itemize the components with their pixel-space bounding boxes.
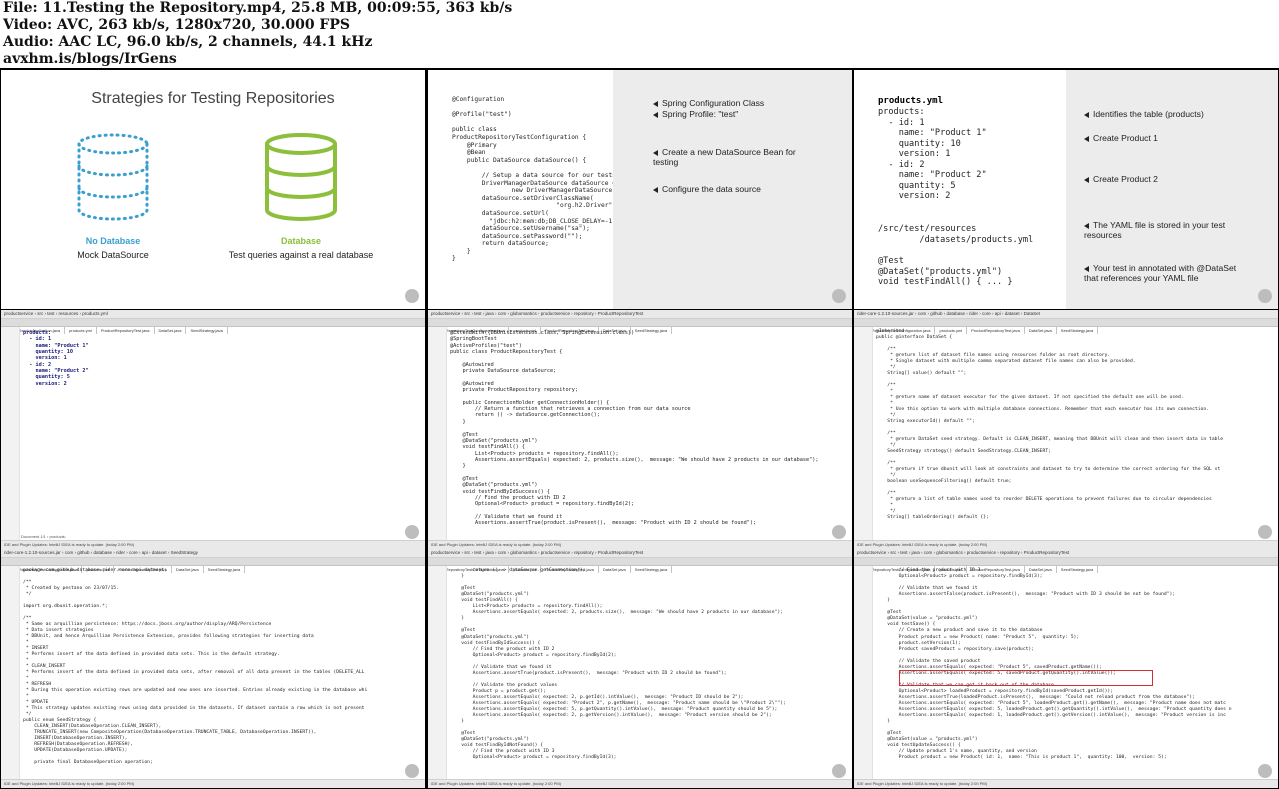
editor-code[interactable]: products: - id: 1 name: "Product 1" quan… xyxy=(23,330,89,387)
no-database-icon xyxy=(77,133,149,221)
navigation-bar[interactable]: productservice › src › test › java › com… xyxy=(854,549,1278,558)
arrow-left-icon xyxy=(653,186,658,193)
header-video-line: Video: AVC, 263 kb/s, 1280x720, 30.000 F… xyxy=(3,17,351,33)
thumbnail-ide-dataset: rider-core-1.2.10-sources.jar › com › gi… xyxy=(854,310,1278,549)
navigation-bar[interactable]: rider-core-1.2.10-sources.jar › com › gi… xyxy=(1,549,425,558)
note-create-product-1: Create Product 1 xyxy=(1084,133,1158,143)
arrow-left-icon xyxy=(1084,265,1089,272)
note-yaml-stored: The YAML file is stored in your test res… xyxy=(1084,220,1226,240)
line-gutter xyxy=(1,566,20,779)
arrow-left-icon xyxy=(1084,176,1089,183)
code-highlight-box xyxy=(899,670,1153,686)
thumbnail-config-slide: @Configuration @Profile("test") public c… xyxy=(428,70,852,309)
player-control-icon[interactable] xyxy=(832,289,846,303)
arrow-left-icon xyxy=(653,149,658,156)
thumbnail-yaml-slide: products.yml products: - id: 1 name: "Pr… xyxy=(854,70,1278,309)
player-control-icon[interactable] xyxy=(832,525,846,539)
note-config-class: Spring Configuration Class xyxy=(653,98,764,108)
header-source-line: avxhm.is/blogs/IrGens xyxy=(3,51,177,67)
header-file-line: File: 11.Testing the Repository.mp4, 25.… xyxy=(3,0,513,16)
note-identifies-table: Identifies the table (products) xyxy=(1084,109,1204,119)
breadcrumb-footer: Document 1/1 › products: xyxy=(21,534,66,539)
editor-code[interactable]: package com.github.database.rider.core.a… xyxy=(23,568,367,766)
thumbnail-ide-products-yml: productservice › src › test › resources … xyxy=(1,310,425,549)
yaml-notes-panel: Identifies the table (products) Create P… xyxy=(1066,70,1278,309)
note-dataset-annotation: Your test in annotated with @DataSet tha… xyxy=(1084,263,1237,283)
navigation-bar[interactable]: productservice › src › test › java › com… xyxy=(428,549,852,558)
navigation-bar[interactable]: productservice › src › test › resources … xyxy=(1,310,425,319)
yaml-test-code: @Test @DataSet("products.yml") void test… xyxy=(878,256,1013,287)
arrow-left-icon xyxy=(653,100,658,107)
note-datasource-bean: Create a new DataSource Bean for testing xyxy=(653,147,796,167)
thumbnail-ide-repository-test-2: productservice › src › test › java › com… xyxy=(428,549,852,788)
player-control-icon[interactable] xyxy=(405,764,419,778)
yaml-code: products: - id: 1 name: "Product 1" quan… xyxy=(878,107,987,201)
yaml-code-panel: products.yml products: - id: 1 name: "Pr… xyxy=(854,70,1066,309)
player-control-icon[interactable] xyxy=(405,289,419,303)
player-control-icon[interactable] xyxy=(832,764,846,778)
editor-tabs: ProductRepositoryTestConfiguration.java p… xyxy=(854,319,1278,334)
thumbnail-ide-seed-strategy: rider-core-1.2.10-sources.jar › com › gi… xyxy=(1,549,425,788)
thumbnail-ide-repository-test-3: productservice › src › test › java › com… xyxy=(854,549,1278,788)
config-notes-panel: Spring Configuration Class Spring Profil… xyxy=(613,70,852,309)
arrow-left-icon xyxy=(1084,135,1089,142)
line-gutter xyxy=(428,566,447,779)
tab-repository-test[interactable]: ProductRepositoryTest.java xyxy=(97,327,155,334)
player-control-icon[interactable] xyxy=(1258,764,1272,778)
status-bar: IDE and Plugin Updates: IntelliJ IDEA is… xyxy=(854,540,1278,549)
note-profile: Spring Profile: "test" xyxy=(653,109,738,119)
slide-title: Strategies for Testing Repositories xyxy=(91,90,335,107)
status-bar: IDE and Plugin Updates: IntelliJ IDEA is… xyxy=(1,779,425,788)
yaml-path: /src/test/resources /datasets/products.y… xyxy=(878,224,1034,245)
arrow-left-icon xyxy=(1084,111,1089,118)
status-bar: IDE and Plugin Updates: IntelliJ IDEA is… xyxy=(428,779,852,788)
player-control-icon[interactable] xyxy=(1258,525,1272,539)
player-control-icon[interactable] xyxy=(405,525,419,539)
editor-tabs: ProductServiceApplication.java products.y… xyxy=(1,319,425,334)
arrow-left-icon xyxy=(1084,222,1089,229)
tab-seed-strategy[interactable]: SeedStrategy.java xyxy=(186,327,228,334)
editor-tabs: ProductRepositoryTestConfiguration.java p… xyxy=(1,558,425,573)
line-gutter xyxy=(428,327,447,540)
arrow-left-icon xyxy=(653,111,658,118)
database-caption: Database xyxy=(280,236,322,246)
line-gutter xyxy=(1,327,20,540)
editor-code[interactable]: return () -> dataSource.getConnection();… xyxy=(450,568,786,762)
real-database-caption: Test queries against a real database xyxy=(228,250,374,260)
thumbnail-ide-repository-test: productservice › src › test › java › com… xyxy=(428,310,852,549)
tab-dataset[interactable]: DataSet.java xyxy=(155,327,187,334)
status-bar: IDE and Plugin Updates: IntelliJ IDEA is… xyxy=(1,540,425,549)
editor-code[interactable]: @Inherited public @interface DataSet { /… xyxy=(876,329,1223,521)
note-create-product-2: Create Product 2 xyxy=(1084,174,1158,184)
editor-tabs: ProductRepositoryTestConfiguration.java p… xyxy=(854,558,1278,573)
line-gutter xyxy=(854,327,873,540)
mock-datasource-caption: Mock DataSource xyxy=(77,250,149,260)
navigation-bar[interactable]: rider-core-1.2.10-sources.jar › com › gi… xyxy=(854,310,1278,319)
editor-tabs: ProductRepositoryTestConfiguration.java p… xyxy=(428,558,852,573)
navigation-bar[interactable]: productservice › src › test › java › com… xyxy=(428,310,852,319)
database-icon xyxy=(265,133,337,221)
header-audio-line: Audio: AAC LC, 96.0 kb/s, 2 channels, 44… xyxy=(3,34,373,50)
note-configure-datasource: Configure the data source xyxy=(653,184,761,194)
no-database-caption: No Database xyxy=(85,236,141,246)
player-control-icon[interactable] xyxy=(1258,289,1272,303)
line-gutter xyxy=(854,566,873,779)
config-code-panel: @Configuration @Profile("test") public c… xyxy=(428,70,623,309)
editor-tabs: ProductRepositoryTestConfiguration.java p… xyxy=(428,319,852,334)
editor-code[interactable]: @ExtendWith({DBUnitExtension.class, Spri… xyxy=(450,330,819,527)
info-header: File: 11.Testing the Repository.mp4, 25.… xyxy=(0,0,1279,68)
status-bar: IDE and Plugin Updates: IntelliJ IDEA is… xyxy=(854,779,1278,788)
yaml-file-title: products.yml xyxy=(878,96,944,106)
editor-code[interactable]: // Find the product with ID 3 Optional<P… xyxy=(876,568,1231,762)
status-bar: IDE and Plugin Updates: IntelliJ IDEA is… xyxy=(428,540,852,549)
config-code: @Configuration @Profile("test") public c… xyxy=(452,96,624,263)
thumbnail-strategies-slide: Strategies for Testing Repositories No D… xyxy=(1,70,425,309)
